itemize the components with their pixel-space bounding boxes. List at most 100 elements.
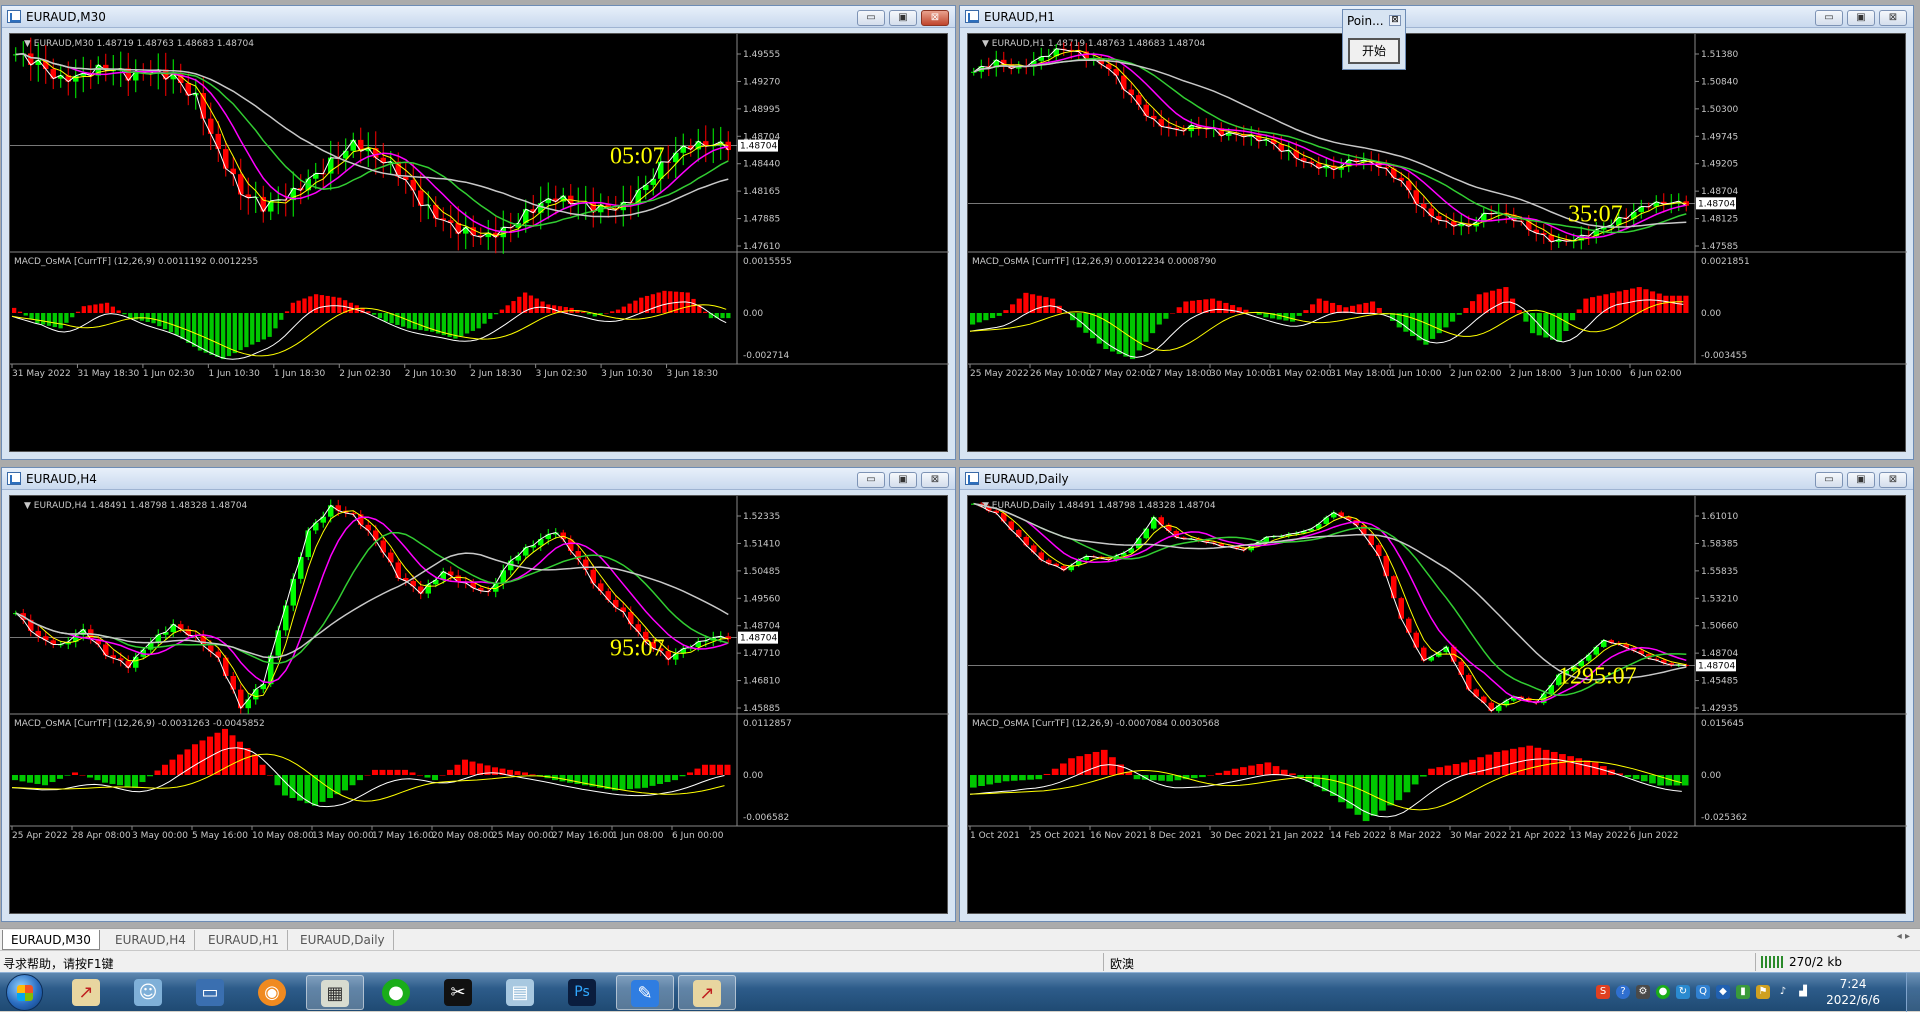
tab-euraud-h4[interactable]: EURAUD,H4 xyxy=(107,930,195,950)
maximize-button[interactable]: ▣ xyxy=(1847,10,1875,26)
chart-area[interactable]: ▼ EURAUD,M30 1.48719 1.48763 1.48683 1.4… xyxy=(9,33,949,454)
chart-window-h1[interactable]: EURAUD,H1 ▭ ▣ ⊠ ▼ EURAUD,H1 1.48719 1.48… xyxy=(959,5,1914,460)
macd-histogram-bar xyxy=(186,313,191,343)
time-tick-label: 31 May 18:00 xyxy=(1330,369,1392,379)
minimize-button[interactable]: ▭ xyxy=(857,472,885,488)
macd-histogram-bar xyxy=(1248,765,1255,775)
titlebar[interactable]: EURAUD,Daily ▭ ▣ ⊠ xyxy=(960,468,1913,490)
minimize-button[interactable]: ▭ xyxy=(857,10,885,26)
macd-histogram-bar xyxy=(1190,300,1196,313)
price-chart[interactable]: ▼ EURAUD,H1 1.48719 1.48763 1.48683 1.48… xyxy=(968,34,1907,454)
taskbar-app-photoshop[interactable]: Ps xyxy=(554,975,612,1010)
taskbar-app-feishu[interactable]: ✎ xyxy=(616,975,674,1010)
macd-histogram-bar xyxy=(1450,313,1456,322)
macd-histogram-bar xyxy=(511,301,516,313)
taskbar-app-wechat[interactable]: ● xyxy=(368,975,426,1010)
current-price-label: 1.48704 xyxy=(1698,661,1735,671)
macd-histogram-bar xyxy=(702,311,708,313)
candle xyxy=(313,522,319,531)
candle xyxy=(1158,119,1164,127)
point-window[interactable]: Poin... ⊠ 开始 xyxy=(1342,9,1406,70)
taskbar-app-metatrader[interactable]: ↗ xyxy=(58,975,116,1010)
chart-window-h4[interactable]: EURAUD,H4 ▭ ▣ ⊠ ▼ EURAUD,H4 1.48491 1.48… xyxy=(1,467,956,922)
network-icon[interactable]: ▟ xyxy=(1796,985,1810,999)
sogou-icon[interactable]: S xyxy=(1596,985,1610,999)
macd-histogram-bar xyxy=(1387,775,1394,806)
titlebar[interactable]: EURAUD,H4 ▭ ▣ ⊠ xyxy=(2,468,955,490)
macd-histogram-bar xyxy=(619,775,626,790)
price-chart[interactable]: ▼ EURAUD,H4 1.48491 1.48798 1.48328 1.48… xyxy=(10,496,949,916)
taskbar-app-users[interactable]: ☺ xyxy=(120,975,178,1010)
price-tick-label: 1.51380 xyxy=(1701,50,1738,60)
wechat-tray-icon[interactable]: ● xyxy=(1656,985,1670,999)
taskbar-app-capcut[interactable]: ✂ xyxy=(430,975,488,1010)
time-tick-label: 2 Jun 18:00 xyxy=(1510,369,1562,379)
volume-icon[interactable]: ♪ xyxy=(1776,985,1790,999)
macd-histogram-bar xyxy=(1010,775,1018,781)
macd-histogram-bar xyxy=(1109,757,1116,775)
macd-histogram-bar xyxy=(174,313,179,336)
taskbar-app-browser[interactable]: ◉ xyxy=(244,975,302,1010)
candle xyxy=(268,200,274,212)
price-chart[interactable]: ▼ EURAUD,M30 1.48719 1.48763 1.48683 1.4… xyxy=(10,34,949,454)
clock[interactable]: 7:24 2022/6/6 xyxy=(1826,976,1880,1008)
candle xyxy=(350,139,356,151)
chart-window-m30[interactable]: EURAUD,M30 ▭ ▣ ⊠ ▼ EURAUD,M30 1.48719 1.… xyxy=(1,5,956,460)
taskbar-app-desktop[interactable]: ▭ xyxy=(182,975,240,1010)
price-chart[interactable]: ▼ EURAUD,Daily 1.48491 1.48798 1.48328 1… xyxy=(968,496,1907,916)
tab-euraud-daily[interactable]: EURAUD,Daily xyxy=(292,930,394,950)
chart-area[interactable]: ▼ EURAUD,H1 1.48719 1.48763 1.48683 1.48… xyxy=(967,33,1907,454)
macd-histogram-bar xyxy=(462,759,468,775)
macd-histogram-bar xyxy=(1310,304,1316,313)
close-button[interactable]: ⊠ xyxy=(1879,10,1907,26)
chart-area[interactable]: ▼ EURAUD,H4 1.48491 1.48798 1.48328 1.48… xyxy=(9,495,949,916)
show-desktop-button[interactable] xyxy=(1906,973,1920,1012)
macd-histogram-bar xyxy=(162,313,168,330)
moving-average-line xyxy=(15,504,729,710)
close-button[interactable]: ⊠ xyxy=(1879,472,1907,488)
chart-window-daily[interactable]: EURAUD,Daily ▭ ▣ ⊠ ▼ EURAUD,Daily 1.4849… xyxy=(959,467,1914,922)
candle xyxy=(1413,190,1419,204)
time-tick-label: 20 May 08:00 xyxy=(432,831,494,841)
macd-histogram-bar xyxy=(17,311,23,313)
time-tick-label: 25 May 00:00 xyxy=(492,831,554,841)
taskbar-app-metatrader-2[interactable]: ↗ xyxy=(678,975,736,1010)
titlebar[interactable]: EURAUD,H1 ▭ ▣ ⊠ xyxy=(960,6,1913,28)
qq-icon[interactable]: Q xyxy=(1696,985,1710,999)
macd-histogram-bar xyxy=(58,313,63,329)
macd-histogram-bar xyxy=(284,311,290,313)
start-button[interactable]: 开始 xyxy=(1348,38,1400,64)
maximize-button[interactable]: ▣ xyxy=(1847,472,1875,488)
price-tick-label: 1.49555 xyxy=(743,50,780,60)
chart-area[interactable]: ▼ EURAUD,Daily 1.48491 1.48798 1.48328 1… xyxy=(967,495,1907,916)
tab-euraud-m30[interactable]: EURAUD,M30 xyxy=(2,930,100,950)
macd-histogram-bar xyxy=(302,298,307,313)
flag-icon[interactable]: ⚑ xyxy=(1756,985,1770,999)
close-button[interactable]: ⊠ xyxy=(921,10,949,26)
macd-histogram-bar xyxy=(1199,775,1206,778)
minimize-button[interactable]: ▭ xyxy=(1815,472,1843,488)
maximize-button[interactable]: ▣ xyxy=(889,10,917,26)
taskbar-app-stock[interactable]: ▦ xyxy=(306,975,364,1010)
taskbar-app-notepad[interactable]: ▤ xyxy=(492,975,550,1010)
macd-histogram-bar xyxy=(1003,310,1009,313)
tab-euraud-h1[interactable]: EURAUD,H1 xyxy=(200,930,288,950)
minimize-button[interactable]: ▭ xyxy=(1815,10,1843,26)
settings-icon[interactable]: ⚙ xyxy=(1636,985,1650,999)
update-icon[interactable]: ↻ xyxy=(1676,985,1690,999)
time-tick-label: 13 May 00:00 xyxy=(312,831,374,841)
tab-scroll-arrows[interactable]: ◂ ▸ xyxy=(1897,931,1910,942)
wechat-icon: ● xyxy=(382,979,410,1006)
macd-histogram-bar xyxy=(694,768,701,775)
macd-histogram-bar xyxy=(1133,775,1141,780)
battery-icon[interactable]: ▮ xyxy=(1736,985,1750,999)
help-icon[interactable]: ? xyxy=(1616,985,1630,999)
point-window-close-icon[interactable]: ⊠ xyxy=(1389,15,1401,26)
shield-icon[interactable]: ◆ xyxy=(1716,985,1730,999)
macd-histogram-bar xyxy=(634,775,641,789)
start-button[interactable] xyxy=(6,974,43,1011)
close-button[interactable]: ⊠ xyxy=(921,472,949,488)
maximize-button[interactable]: ▣ xyxy=(889,472,917,488)
titlebar[interactable]: EURAUD,M30 ▭ ▣ ⊠ xyxy=(2,6,955,28)
time-tick-label: 27 May 16:00 xyxy=(552,831,614,841)
